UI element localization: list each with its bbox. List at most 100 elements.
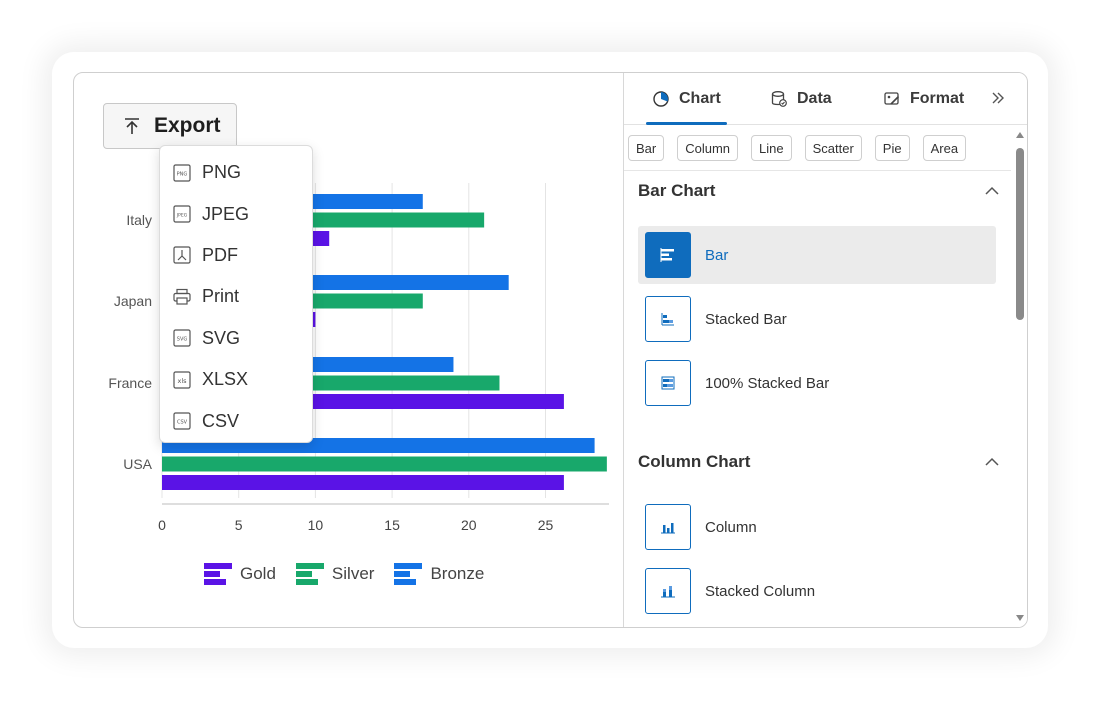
svg-text:xls: xls	[177, 377, 187, 385]
stacked-column-option-icon	[645, 568, 691, 614]
category-label: Italy	[126, 212, 152, 228]
tab-chart[interactable]: Chart	[646, 73, 727, 125]
chart-editor-window: USA France Japan Italy 0 5 10 15 20 25 Export PN…	[73, 72, 1028, 628]
export-button[interactable]: Export	[103, 103, 237, 149]
tab-data[interactable]: Data	[770, 73, 832, 125]
export-menu-item-print[interactable]: Print	[160, 276, 312, 317]
x-tick-label: 5	[235, 517, 243, 533]
section-title: Bar Chart	[638, 181, 716, 200]
export-menu-item-csv[interactable]: CSV CSV	[160, 400, 312, 441]
scrollbar-thumb[interactable]	[1016, 148, 1024, 320]
export-menu-item-png[interactable]: PNG PNG	[160, 152, 312, 193]
svg-text:SVG: SVG	[177, 337, 188, 343]
chart-legend: Gold Silver Bronze	[204, 563, 484, 585]
option-100-stacked-bar[interactable]: 100% Stacked Bar	[638, 354, 996, 412]
svg-file-icon: SVG	[173, 329, 191, 347]
bar-gold-usa[interactable]	[162, 475, 564, 490]
chip-line[interactable]: Line	[751, 135, 792, 161]
full-stacked-bar-icon	[661, 376, 675, 390]
svg-text:JPEG: JPEG	[176, 213, 188, 219]
menu-item-label: Print	[202, 286, 240, 307]
chevron-up-icon	[985, 186, 999, 195]
export-menu-item-xlsx[interactable]: xls XLSX	[160, 359, 312, 400]
option-stacked-column[interactable]: Stacked Column	[638, 562, 996, 620]
category-label: France	[108, 375, 152, 391]
jpeg-file-icon: JPEG	[173, 205, 191, 223]
x-tick-label: 20	[461, 517, 477, 533]
legend-item-gold[interactable]: Gold	[204, 563, 276, 585]
chip-area[interactable]: Area	[922, 135, 967, 161]
option-bar[interactable]: Bar	[638, 226, 996, 284]
export-menu-item-jpeg[interactable]: JPEG JPEG	[160, 193, 312, 234]
chart-category-labels: USA France Japan Italy	[108, 212, 152, 472]
export-arrow-icon	[125, 118, 139, 134]
scroll-up-arrow-icon[interactable]	[1015, 130, 1025, 140]
export-menu: PNG PNG JPEG JPEG PDF Print SVG SVG xls	[159, 145, 313, 443]
100-stacked-bar-option-icon	[645, 360, 691, 406]
panel-scrollbar[interactable]	[1011, 126, 1027, 627]
export-menu-item-svg[interactable]: SVG SVG	[160, 318, 312, 359]
legend-label: Silver	[331, 564, 375, 583]
legend-label: Gold	[240, 564, 276, 583]
export-button-label: Export	[154, 114, 221, 137]
png-file-icon: PNG	[173, 164, 191, 182]
x-tick-label: 0	[158, 517, 166, 533]
option-stacked-bar[interactable]: Stacked Bar	[638, 290, 996, 348]
stacked-column-icon	[661, 586, 675, 598]
option-label: Column	[705, 518, 757, 536]
column-icon	[661, 523, 675, 534]
export-menu-item-pdf[interactable]: PDF	[160, 235, 312, 276]
chip-pie[interactable]: Pie	[874, 135, 910, 161]
option-label: Stacked Column	[705, 582, 816, 600]
option-label: Stacked Bar	[705, 310, 787, 328]
stacked-bar-option-icon	[645, 296, 691, 342]
bar-chart-option-icon	[645, 232, 691, 278]
menu-item-label: PNG	[202, 162, 242, 183]
chart-x-tick-labels: 0 5 10 15 20 25	[158, 517, 553, 533]
menu-item-label: PDF	[202, 244, 238, 265]
legend-bar-icon-gold	[204, 563, 232, 585]
tab-format[interactable]: Format	[883, 73, 964, 125]
scroll-down-arrow-icon[interactable]	[1015, 613, 1025, 623]
legend-bar-icon-bronze	[394, 563, 423, 585]
section-header-column-chart[interactable]: Column Chart	[638, 447, 1001, 477]
chip-column[interactable]: Column	[677, 135, 739, 161]
printer-icon	[173, 288, 191, 305]
pdf-file-icon	[173, 246, 191, 265]
chart-settings-panel: Chart Data Format Bar Column Line Scatte…	[623, 73, 1027, 627]
option-column[interactable]: Column	[638, 498, 996, 556]
chip-bar[interactable]: Bar	[628, 135, 665, 161]
xlsx-file-icon: xls	[173, 371, 191, 389]
svg-text:CSV: CSV	[177, 420, 188, 426]
category-label: USA	[123, 456, 152, 472]
bar-chart: USA France Japan Italy 0 5 10 15 20 25	[108, 183, 609, 533]
x-tick-label: 25	[538, 517, 554, 533]
menu-item-label: JPEG	[202, 203, 250, 224]
chart-pane: USA France Japan Italy 0 5 10 15 20 25 Export PN…	[74, 73, 623, 627]
option-label: Bar	[705, 246, 729, 264]
panel-tabs: Chart Data Format	[624, 73, 1027, 125]
bar-silver-usa[interactable]	[162, 456, 607, 472]
menu-item-label: SVG	[202, 327, 241, 348]
chart-type-chips: Bar Column Line Scatter Pie Area	[628, 135, 967, 161]
x-tick-label: 15	[384, 517, 400, 533]
category-label: Japan	[114, 293, 152, 309]
tab-label: Format	[910, 90, 965, 107]
pie-chart-icon	[653, 91, 669, 107]
tab-label: Data	[797, 90, 832, 107]
csv-file-icon: CSV	[173, 412, 191, 430]
format-brush-icon	[884, 92, 900, 105]
option-label: 100% Stacked Bar	[705, 374, 830, 392]
section-header-bar-chart[interactable]: Bar Chart	[638, 176, 1001, 206]
legend-item-silver[interactable]: Silver	[295, 563, 375, 585]
chevron-double-right-icon[interactable]	[987, 87, 1009, 109]
chevron-up-icon	[985, 457, 999, 466]
menu-item-label: XLSX	[202, 369, 249, 390]
chip-scatter[interactable]: Scatter	[804, 135, 862, 161]
legend-item-bronze[interactable]: Bronze	[394, 563, 484, 585]
stacked-bar-icon	[661, 313, 674, 326]
chips-divider	[624, 170, 1011, 171]
database-icon	[771, 91, 787, 107]
svg-text:PNG: PNG	[177, 171, 188, 177]
legend-bar-icon-silver	[295, 563, 324, 585]
